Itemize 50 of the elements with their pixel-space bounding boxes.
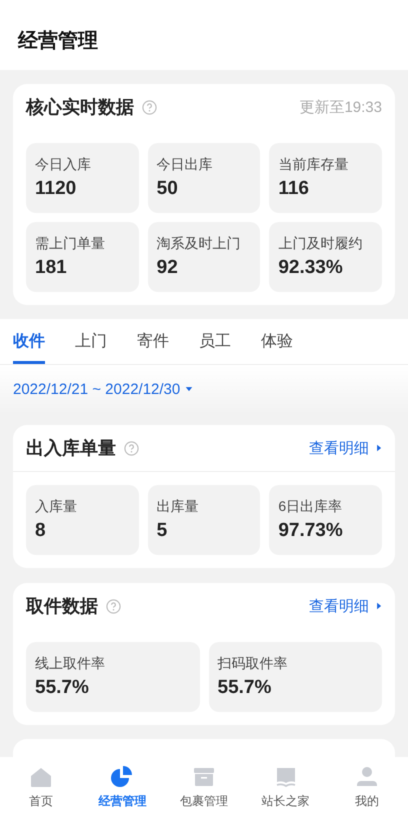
caret-icon <box>377 602 382 610</box>
nav-tab[interactable]: 首页 <box>0 757 82 818</box>
metric-label: 淘系及时上门 <box>156 235 242 253</box>
update-time: 更新至19:33 <box>299 98 382 116</box>
view-details-link[interactable]: 查看明细 <box>309 438 382 458</box>
metric-value: 5 <box>156 520 168 542</box>
card-title: 核心实时数据 <box>26 96 134 119</box>
metric-value: 1120 <box>35 178 78 200</box>
tab[interactable]: 员工 <box>199 319 231 364</box>
metric-value: 116 <box>278 178 310 200</box>
caret-icon <box>377 444 382 452</box>
nav-tab[interactable]: 包裹管理 <box>163 757 245 818</box>
metric-label: 6日出库率 <box>278 498 344 516</box>
metric-value: 92 <box>156 257 179 279</box>
tab[interactable]: 上门 <box>75 319 107 364</box>
metric-label: 入库量 <box>35 498 78 516</box>
metric-value: 55.7% <box>35 677 90 699</box>
metric-value: 8 <box>35 520 47 542</box>
help-icon[interactable] <box>142 100 157 114</box>
metric-label: 需上门单量 <box>35 235 106 253</box>
metric-value: 92.33% <box>278 257 344 279</box>
box-icon <box>192 765 216 789</box>
pie-chart-icon <box>110 765 134 789</box>
user-icon <box>355 765 380 789</box>
tab[interactable]: 寄件 <box>137 319 169 364</box>
card-title: 出入库单量 <box>26 437 116 460</box>
metric-label: 今日出库 <box>156 156 214 174</box>
nav-tab[interactable]: 我的 <box>326 757 408 818</box>
metric-value: 50 <box>156 178 179 200</box>
metric-label: 出库量 <box>156 498 200 516</box>
metric-label: 今日入库 <box>35 156 92 174</box>
nav-tab[interactable]: 站长之家 <box>244 757 326 818</box>
help-icon[interactable] <box>124 440 139 456</box>
view-details-link[interactable]: 查看明细 <box>309 596 382 616</box>
date-range-picker[interactable]: 2022/12/21 ~ 2022/12/30 <box>13 380 194 398</box>
metric-value: 181 <box>35 257 68 279</box>
nav-tab[interactable]: 经营管理 <box>82 757 164 818</box>
home-icon <box>28 765 53 789</box>
help-icon[interactable] <box>106 598 121 614</box>
metric-value: 97.73% <box>278 520 344 542</box>
metric-label: 扫码取件率 <box>218 655 288 673</box>
card-title: 取件数据 <box>26 595 98 618</box>
caret-icon <box>185 386 194 392</box>
metric-value: 55.7% <box>218 677 272 699</box>
tab[interactable]: 体验 <box>261 319 293 364</box>
metric-label: 线上取件率 <box>35 655 106 673</box>
book-icon <box>274 765 298 789</box>
page-title: 经营管理 <box>18 28 98 54</box>
metric-label: 当前库存量 <box>278 156 350 174</box>
metric-label: 上门及时履约 <box>278 235 364 253</box>
